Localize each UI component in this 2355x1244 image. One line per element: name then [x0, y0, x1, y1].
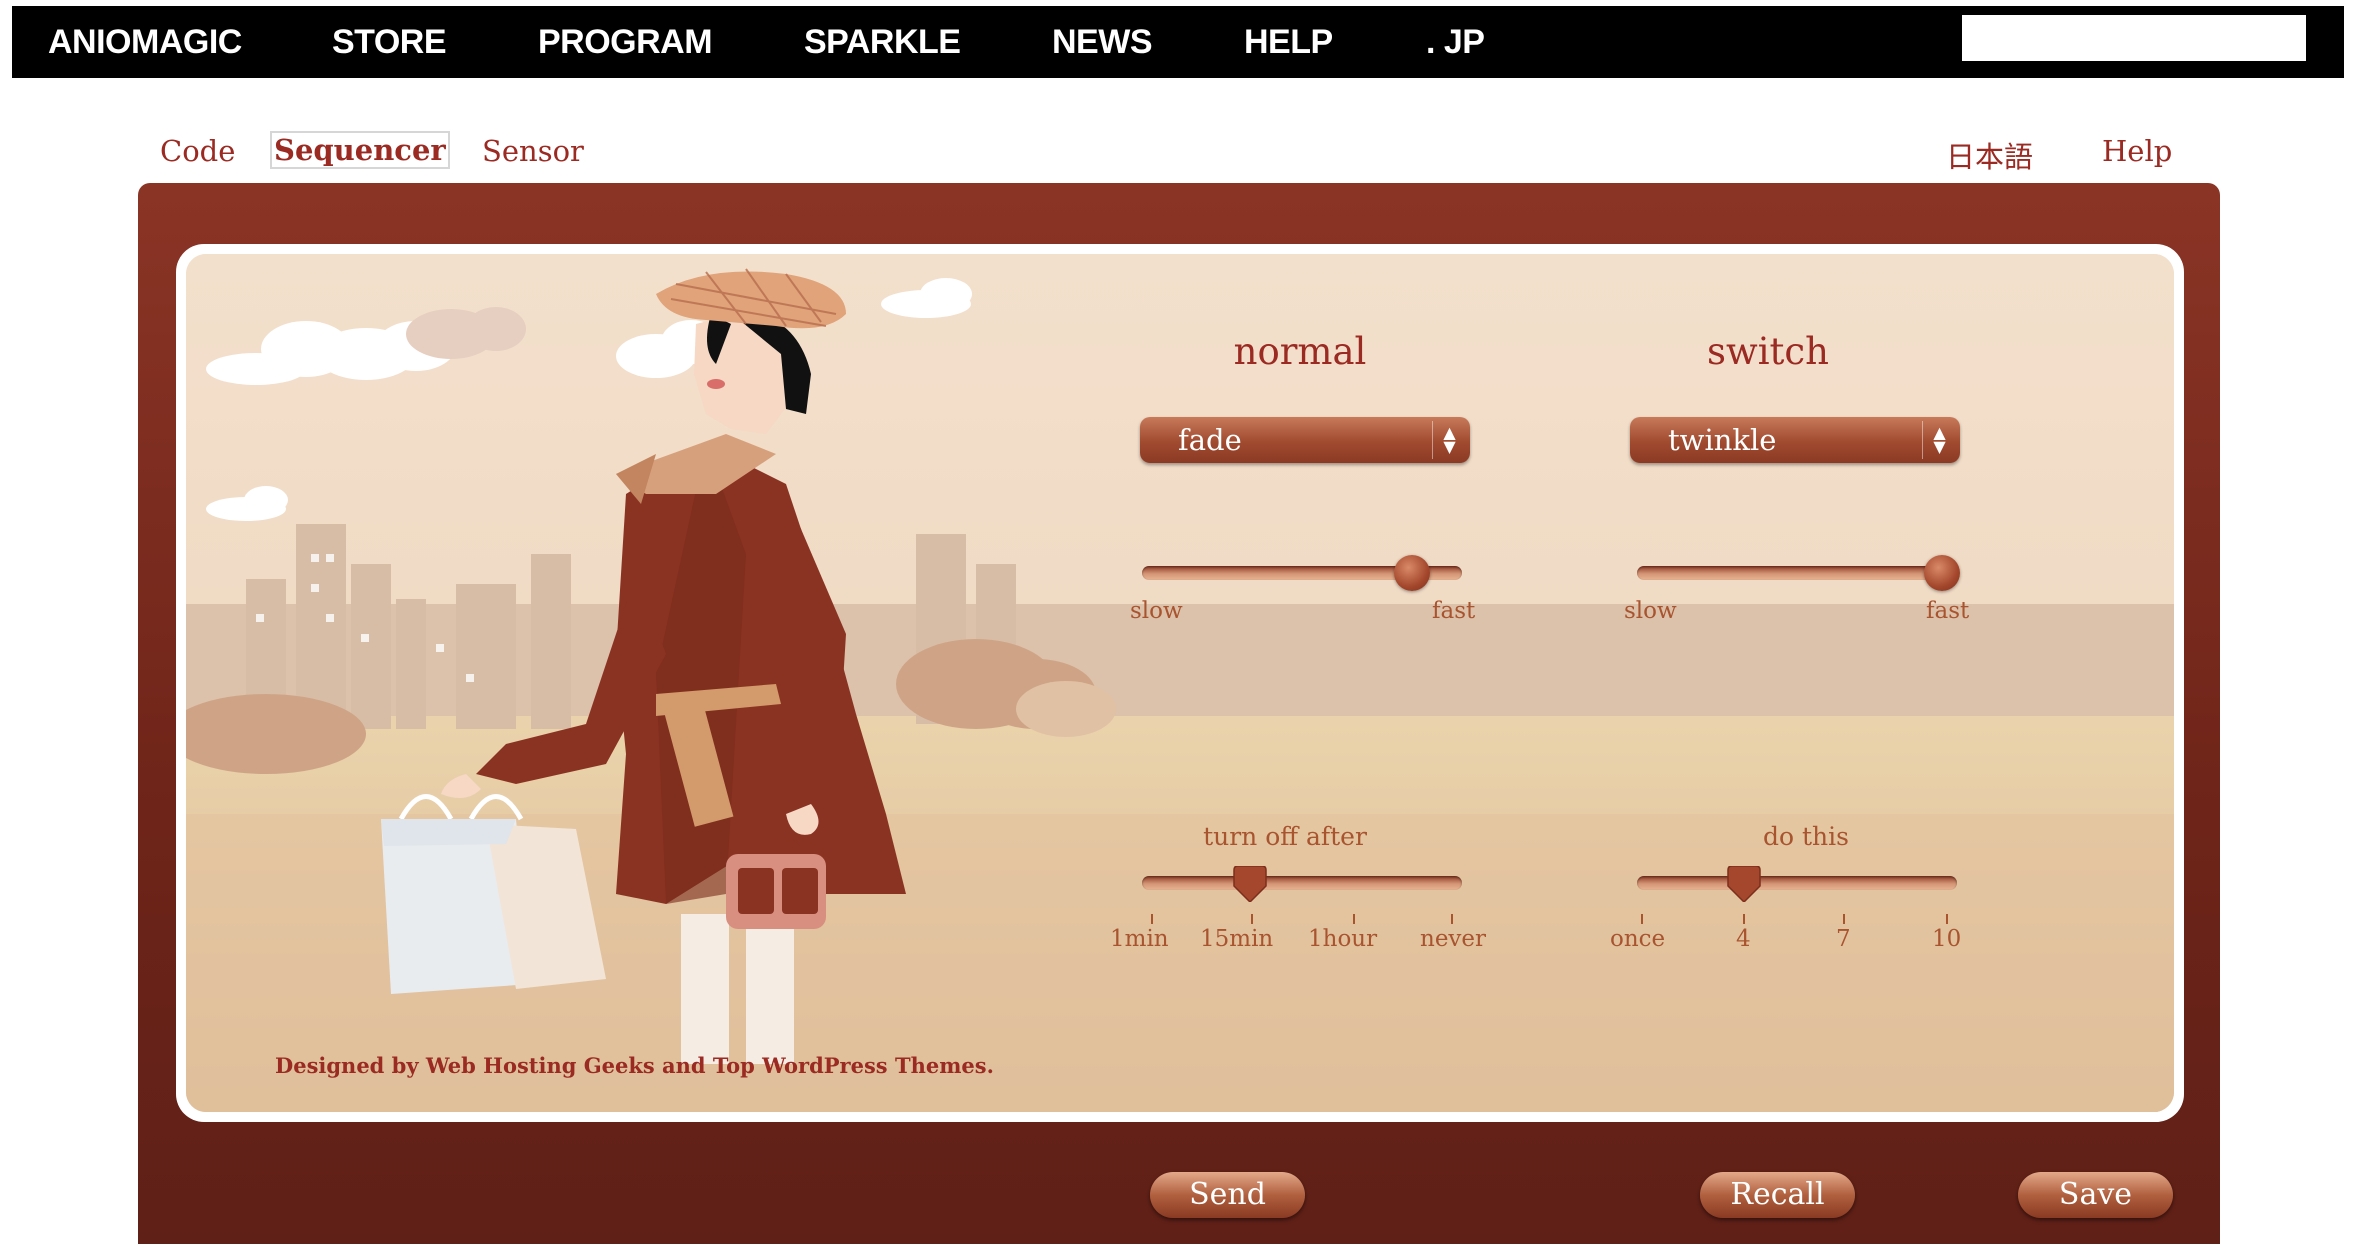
tick-mark: [1151, 914, 1153, 924]
help-link[interactable]: Help: [2102, 134, 2172, 168]
switch-speed-min-label: slow: [1624, 598, 1677, 624]
turn-off-tick-15min: 15min: [1200, 926, 1274, 952]
nav-news[interactable]: NEWS: [1052, 6, 1153, 78]
nav-sparkle[interactable]: SPARKLE: [804, 6, 961, 78]
tab-sensor[interactable]: Sensor: [482, 134, 584, 168]
tab-sequencer[interactable]: Sequencer: [270, 131, 450, 169]
turn-off-slider[interactable]: [1142, 876, 1462, 890]
nav-help[interactable]: HELP: [1244, 6, 1333, 78]
normal-speed-knob[interactable]: [1394, 555, 1431, 591]
turn-off-tick-1hour: 1hour: [1308, 926, 1378, 952]
turn-off-title: turn off after: [1203, 822, 1367, 851]
send-button[interactable]: Send: [1150, 1172, 1305, 1218]
normal-speed-max-label: fast: [1432, 598, 1476, 624]
switch-title: switch: [1707, 330, 1829, 373]
turn-off-tick-1min: 1min: [1110, 926, 1169, 952]
normal-title: normal: [1233, 330, 1367, 373]
do-this-slider[interactable]: [1637, 876, 1957, 890]
nav-jp[interactable]: . JP: [1426, 6, 1485, 78]
switch-speed-slider[interactable]: [1637, 566, 1957, 580]
switch-pattern-select[interactable]: twinkle ▲ ▼: [1630, 417, 1960, 463]
do-this-pointer-knob[interactable]: [1726, 866, 1762, 902]
tick-mark: [1743, 914, 1745, 924]
do-this-title: do this: [1763, 822, 1849, 851]
switch-speed-max-label: fast: [1926, 598, 1970, 624]
tick-mark: [1251, 914, 1253, 924]
save-button[interactable]: Save: [2018, 1172, 2173, 1218]
turn-off-pointer-knob[interactable]: [1232, 866, 1268, 902]
design-credit: Designed by Web Hosting Geeks and Top Wo…: [275, 1053, 994, 1078]
sequencer-card: [176, 244, 2184, 1122]
tick-mark: [1843, 914, 1845, 924]
recall-button[interactable]: Recall: [1700, 1172, 1855, 1218]
fashion-illustration: [186, 254, 2174, 1112]
nav-aniomagic[interactable]: ANIOMAGIC: [48, 6, 242, 78]
switch-pattern-value: twinkle: [1668, 423, 1777, 457]
nav-store[interactable]: STORE: [332, 6, 447, 78]
switch-speed-knob[interactable]: [1924, 555, 1960, 591]
background-illustration: [186, 254, 2174, 1112]
top-nav-bar: ANIOMAGIC STORE PROGRAM SPARKLE NEWS HEL…: [12, 6, 2344, 78]
do-this-tick-once: once: [1610, 926, 1666, 952]
turn-off-tick-never: never: [1420, 926, 1487, 952]
select-arrows-icon: ▲ ▼: [1432, 421, 1466, 459]
tick-mark: [1946, 914, 1948, 924]
tick-mark: [1451, 914, 1453, 924]
search-input[interactable]: [1962, 15, 2306, 61]
do-this-tick-4: 4: [1736, 926, 1751, 952]
do-this-tick-10: 10: [1932, 926, 1962, 952]
nav-program[interactable]: PROGRAM: [538, 6, 713, 78]
select-arrows-icon: ▲ ▼: [1922, 421, 1956, 459]
tab-code[interactable]: Code: [160, 134, 235, 168]
normal-pattern-value: fade: [1178, 423, 1242, 457]
normal-speed-min-label: slow: [1130, 598, 1183, 624]
tick-mark: [1641, 914, 1643, 924]
language-japanese-link[interactable]: 日本語: [1946, 134, 2033, 176]
do-this-tick-7: 7: [1836, 926, 1851, 952]
normal-pattern-select[interactable]: fade ▲ ▼: [1140, 417, 1470, 463]
tick-mark: [1353, 914, 1355, 924]
